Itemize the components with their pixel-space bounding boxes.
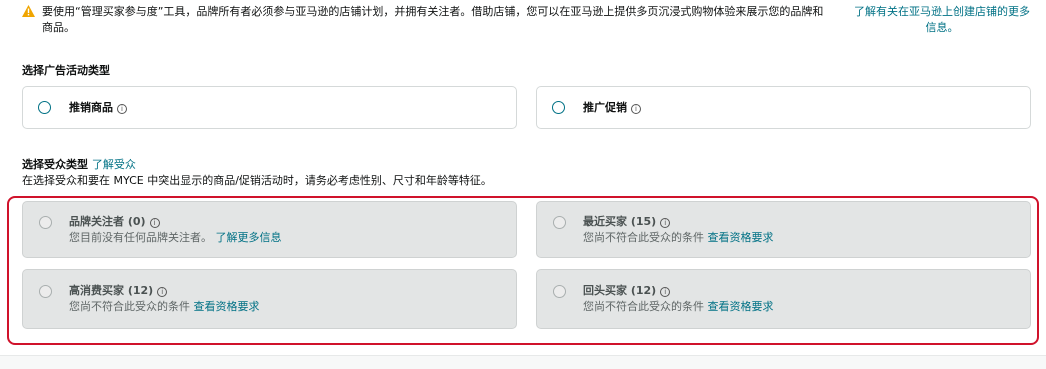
info-icon[interactable]: i: [117, 104, 127, 114]
audience-subtitle: 在选择受众和要在 MYCE 中突出显示的商品/促销活动时，请务必考虑性别、尺寸和…: [22, 174, 492, 187]
campaign-option-promote-deals[interactable]: 推广促销 i: [536, 86, 1031, 129]
radio-button[interactable]: [552, 101, 565, 114]
store-info-link[interactable]: 了解有关在亚马逊上创建店铺的更多信息。: [852, 4, 1032, 36]
learn-audience-link[interactable]: 了解受众: [92, 158, 136, 171]
radio-button[interactable]: [38, 101, 51, 114]
option-label: 推广促销: [583, 101, 627, 114]
red-highlight-annotation: [7, 196, 1039, 345]
option-label: 推销商品: [69, 101, 113, 114]
campaign-type-title: 选择广告活动类型: [22, 64, 110, 77]
alert-message: 要使用“管理买家参与度”工具，品牌所有者必须参与亚马逊的店铺计划，并拥有关注者。…: [42, 5, 824, 34]
campaign-option-promote-products[interactable]: 推销商品 i: [22, 86, 517, 129]
footer-band: [0, 356, 1046, 369]
audience-title-text: 选择受众类型: [22, 158, 88, 171]
info-icon[interactable]: i: [631, 104, 641, 114]
warning-icon: [22, 5, 35, 17]
audience-type-title: 选择受众类型 了解受众: [22, 158, 136, 172]
